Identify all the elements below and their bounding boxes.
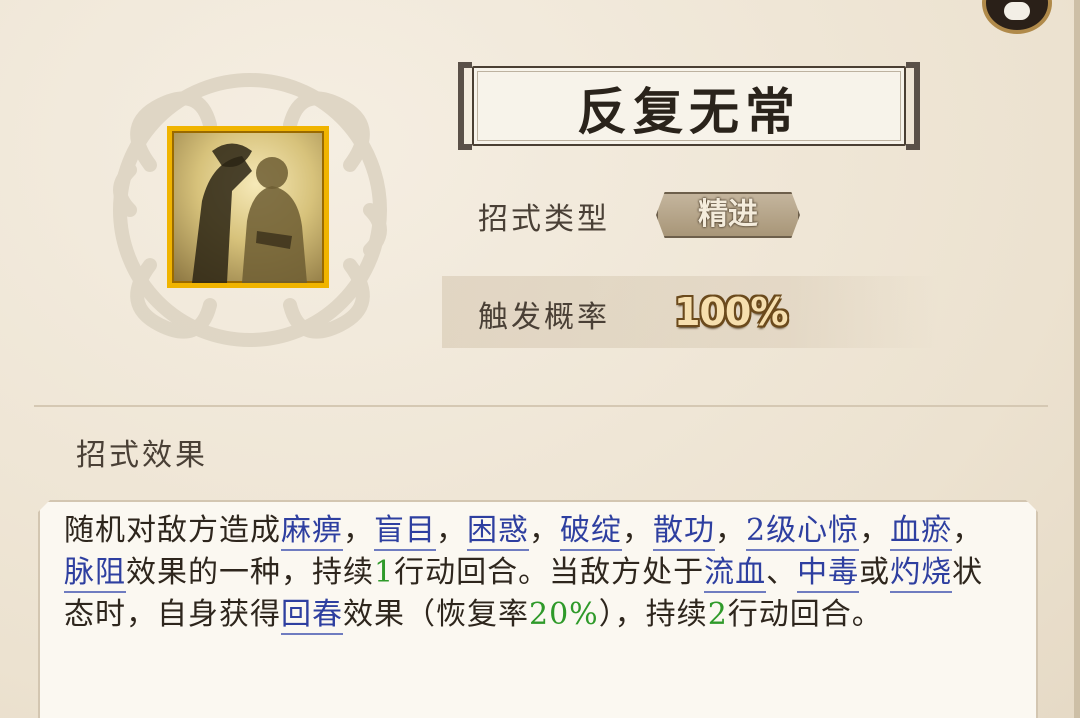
description-text: 随机对敌方造成: [64, 513, 281, 548]
trigger-rate-value: 100%: [674, 290, 788, 334]
status-keyword-link[interactable]: 困惑: [467, 513, 529, 551]
description-text: 或: [859, 555, 891, 590]
skill-portrait-icon: [167, 126, 329, 288]
effect-number: 2: [707, 597, 728, 632]
effect-number: 1: [374, 555, 395, 590]
effect-number: 20%: [529, 597, 599, 632]
description-text: ），持续: [598, 597, 708, 632]
trigger-rate-label: 触发概率: [478, 300, 610, 335]
status-keyword-link[interactable]: 破绽: [560, 513, 622, 551]
description-text: 行动回合。当敌方处于: [394, 555, 705, 590]
status-keyword-link[interactable]: 2级心惊: [746, 513, 860, 551]
description-text: 行动回合。: [727, 597, 883, 632]
status-keyword-link[interactable]: 灼烧: [890, 555, 953, 593]
description-text: ，: [436, 513, 467, 548]
skill-detail-panel: 反复无常 招式类型 精进 触发概率 100% 招式效果 随机对敌方造成麻痹，盲目…: [0, 0, 1080, 718]
chat-bubble-icon[interactable]: [982, 0, 1052, 34]
status-keyword-link[interactable]: 血瘀: [890, 513, 953, 551]
description-text: 效果（恢复率: [343, 597, 529, 632]
effect-heading: 招式效果: [76, 438, 208, 473]
skill-name: 反复无常: [577, 82, 801, 141]
status-keyword-link[interactable]: 流血: [704, 555, 767, 593]
status-keyword-link[interactable]: 麻痹: [281, 513, 343, 551]
status-keyword-link[interactable]: 盲目: [374, 513, 436, 551]
description-text: 、: [766, 555, 798, 590]
status-keyword-link[interactable]: 回春: [281, 597, 343, 635]
skill-type-label: 招式类型: [478, 202, 610, 237]
section-divider: [34, 405, 1048, 407]
status-keyword-link[interactable]: 中毒: [797, 555, 860, 593]
description-text: ，: [859, 513, 891, 548]
description-text: 效果的一种，持续: [126, 555, 374, 590]
skill-type-badge: 精进: [656, 192, 800, 238]
description-text: ，: [343, 513, 374, 548]
description-text: ，: [622, 513, 653, 548]
effect-description: 随机对敌方造成麻痹，盲目，困惑，破绽，散功，2级心惊，血瘀，脉阻效果的一种，持续…: [64, 510, 994, 636]
skill-title-frame: 反复无常: [458, 62, 920, 150]
status-keyword-link[interactable]: 散功: [653, 513, 715, 551]
status-keyword-link[interactable]: 脉阻: [64, 555, 126, 593]
description-text: ，: [529, 513, 560, 548]
description-text: ，: [715, 513, 746, 548]
description-text: ，: [952, 513, 984, 548]
